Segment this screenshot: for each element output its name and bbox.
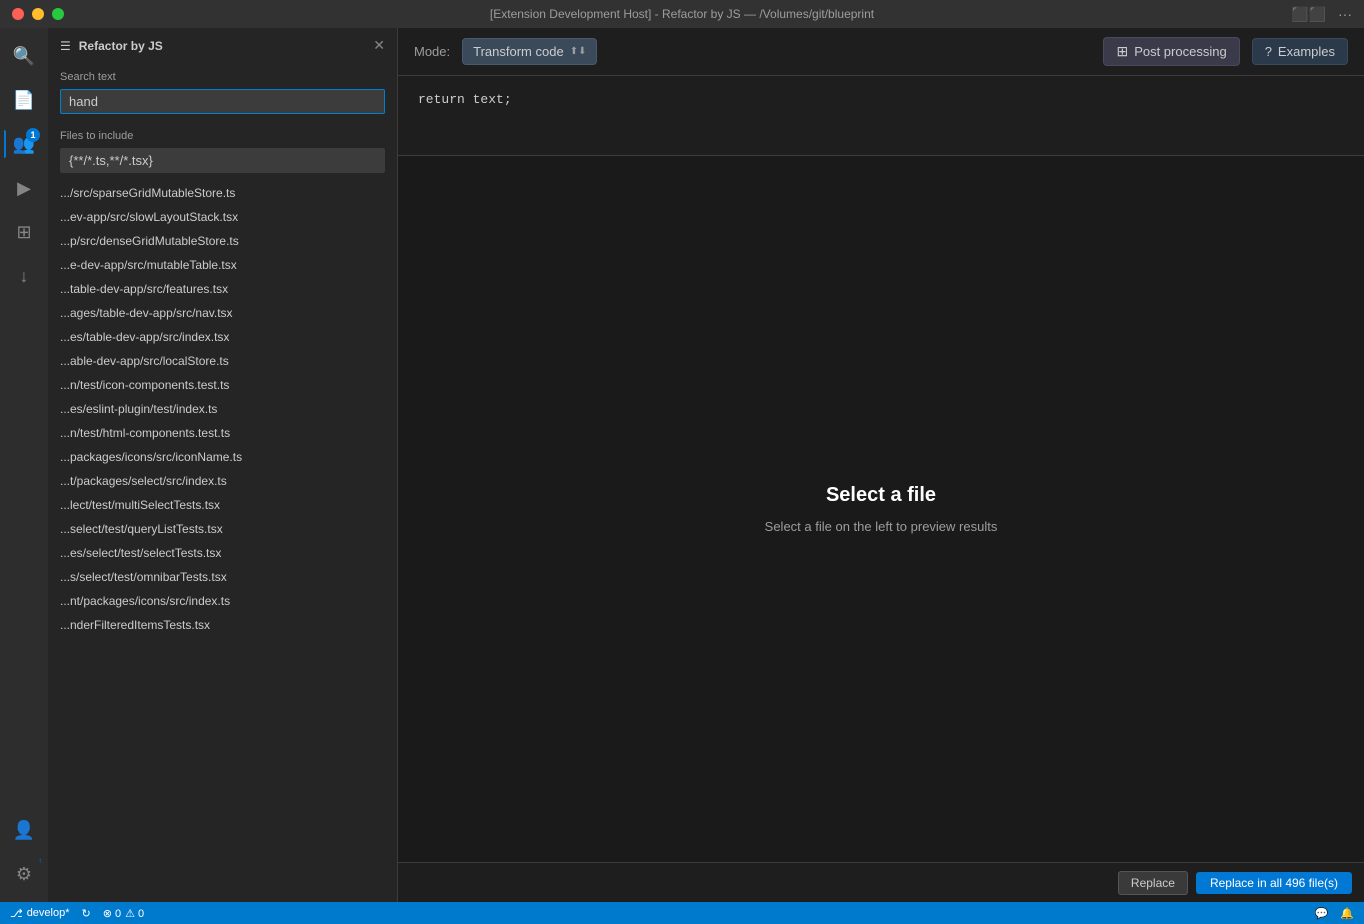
- activity-item-settings[interactable]: ⚙ ↑: [4, 854, 44, 894]
- file-list-item[interactable]: ...es/select/test/selectTests.tsx: [48, 541, 397, 565]
- search-icon: 🔍: [13, 46, 35, 67]
- search-input-wrapper: [60, 89, 385, 114]
- file-list-item[interactable]: ...e-dev-app/src/mutableTable.tsx: [48, 253, 397, 277]
- source-control-badge: 1: [26, 128, 40, 142]
- mode-dropdown-arrow: ⬆⬇: [570, 46, 587, 57]
- file-list: .../src/sparseGridMutableStore.ts...ev-a…: [48, 181, 397, 902]
- minimize-button[interactable]: [32, 8, 44, 20]
- post-processing-icon: ⊞: [1116, 43, 1128, 60]
- file-list-item[interactable]: ...s/select/test/omnibarTests.tsx: [48, 565, 397, 589]
- window-controls: [12, 8, 64, 20]
- status-bar: ⎇ develop* ↻ ⊗ 0 ⚠ 0 💬 🔔: [0, 902, 1364, 924]
- activity-item-explorer[interactable]: 📄: [4, 80, 44, 120]
- files-input-wrapper: [60, 148, 385, 173]
- titlebar: [Extension Development Host] - Refactor …: [0, 0, 1364, 28]
- file-list-item[interactable]: ...able-dev-app/src/localStore.ts: [48, 349, 397, 373]
- examples-icon: ?: [1265, 44, 1272, 59]
- activity-item-history[interactable]: ↓: [4, 256, 44, 296]
- file-list-item[interactable]: ...es/table-dev-app/src/index.tsx: [48, 325, 397, 349]
- files-label: Files to include: [60, 130, 385, 142]
- file-list-item[interactable]: ...nt/packages/icons/src/index.ts: [48, 589, 397, 613]
- activity-item-search[interactable]: 🔍: [4, 36, 44, 76]
- git-branch-icon: ⎇: [10, 907, 23, 920]
- file-list-item[interactable]: ...n/test/icon-components.test.ts: [48, 373, 397, 397]
- activity-bottom: 👤 ⚙ ↑: [4, 810, 44, 894]
- file-list-item[interactable]: ...es/eslint-plugin/test/index.ts: [48, 397, 397, 421]
- settings-update-icon: ↑: [38, 856, 42, 865]
- preview-area: Select a file Select a file on the left …: [398, 156, 1364, 862]
- window-title: [Extension Development Host] - Refactor …: [490, 7, 874, 21]
- code-area: return text;: [398, 76, 1364, 156]
- search-input[interactable]: [69, 94, 376, 109]
- file-list-item[interactable]: .../src/sparseGridMutableStore.ts: [48, 181, 397, 205]
- history-icon: ↓: [20, 266, 29, 287]
- settings-icon: ⚙: [16, 864, 32, 885]
- search-label: Search text: [60, 71, 385, 83]
- close-button[interactable]: [12, 8, 24, 20]
- post-processing-button[interactable]: ⊞ Post processing: [1103, 37, 1239, 66]
- mode-dropdown[interactable]: Transform code ⬆⬇: [462, 38, 597, 65]
- activity-bar: 🔍 📄 👥 1 ▶ ⊞ ↓ 👤 ⚙ ↑: [0, 28, 48, 902]
- examples-button[interactable]: ? Examples: [1252, 38, 1348, 65]
- mode-label: Mode:: [414, 44, 450, 59]
- toolbar: Mode: Transform code ⬆⬇ ⊞ Post processin…: [398, 28, 1364, 76]
- file-list-item[interactable]: ...lect/test/multiSelectTests.tsx: [48, 493, 397, 517]
- file-list-item[interactable]: ...select/test/queryListTests.tsx: [48, 517, 397, 541]
- more-actions-icon[interactable]: ···: [1338, 6, 1352, 22]
- files-section: Files to include: [48, 122, 397, 181]
- file-list-item[interactable]: ...ev-app/src/slowLayoutStack.tsx: [48, 205, 397, 229]
- preview-title: Select a file: [826, 484, 936, 507]
- branch-indicator[interactable]: ⎇ develop*: [10, 907, 70, 920]
- file-list-item[interactable]: ...table-dev-app/src/features.tsx: [48, 277, 397, 301]
- chat-icon-button[interactable]: 💬: [1315, 907, 1329, 920]
- bottom-bar: Replace Replace in all 496 file(s): [398, 862, 1364, 902]
- notification-icon-button[interactable]: 🔔: [1340, 907, 1354, 920]
- activity-item-source-control[interactable]: 👥 1: [4, 124, 44, 164]
- warnings-label: ⚠ 0: [125, 907, 144, 920]
- sync-icon: ↻: [82, 907, 91, 920]
- post-processing-label: Post processing: [1134, 44, 1227, 59]
- activity-item-run[interactable]: ▶: [4, 168, 44, 208]
- status-right: 💬 🔔: [1315, 907, 1354, 920]
- preview-subtitle: Select a file on the left to preview res…: [765, 519, 998, 534]
- files-input[interactable]: [69, 153, 376, 168]
- titlebar-actions: ⬛⬛ ···: [1291, 6, 1352, 23]
- file-list-item[interactable]: ...nderFilteredItemsTests.tsx: [48, 613, 397, 637]
- account-icon: 👤: [13, 820, 35, 841]
- file-list-item[interactable]: ...p/src/denseGridMutableStore.ts: [48, 229, 397, 253]
- activity-item-extensions[interactable]: ⊞: [4, 212, 44, 252]
- file-list-item[interactable]: ...t/packages/select/src/index.ts: [48, 469, 397, 493]
- explorer-icon: 📄: [13, 90, 35, 111]
- run-icon: ▶: [17, 178, 31, 199]
- search-section: Search text: [48, 63, 397, 122]
- split-editor-icon[interactable]: ⬛⬛: [1291, 6, 1326, 23]
- errors-label: ⊗ 0: [103, 907, 121, 920]
- replace-button[interactable]: Replace: [1118, 871, 1188, 895]
- panel-header: ☰ Refactor by JS ✕: [48, 28, 397, 63]
- branch-name: develop*: [27, 907, 70, 919]
- app-body: 🔍 📄 👥 1 ▶ ⊞ ↓ 👤 ⚙ ↑ ☰: [0, 28, 1364, 902]
- side-panel: ☰ Refactor by JS ✕ Search text Files to …: [48, 28, 398, 902]
- activity-item-account[interactable]: 👤: [4, 810, 44, 850]
- maximize-button[interactable]: [52, 8, 64, 20]
- panel-title: Refactor by JS: [79, 39, 366, 53]
- sync-button[interactable]: ↻: [82, 907, 91, 920]
- code-content: return text;: [418, 92, 1344, 107]
- file-list-item[interactable]: ...packages/icons/src/iconName.ts: [48, 445, 397, 469]
- file-list-item[interactable]: ...n/test/html-components.test.ts: [48, 421, 397, 445]
- replace-all-button[interactable]: Replace in all 496 file(s): [1196, 872, 1352, 894]
- extensions-icon: ⊞: [16, 222, 31, 243]
- examples-label: Examples: [1278, 44, 1335, 59]
- file-list-item[interactable]: ...ages/table-dev-app/src/nav.tsx: [48, 301, 397, 325]
- panel-close-button[interactable]: ✕: [373, 37, 385, 54]
- mode-value: Transform code: [473, 44, 564, 59]
- errors-indicator[interactable]: ⊗ 0 ⚠ 0: [103, 907, 144, 920]
- main-content: Mode: Transform code ⬆⬇ ⊞ Post processin…: [398, 28, 1364, 902]
- panel-menu-icon: ☰: [60, 39, 71, 53]
